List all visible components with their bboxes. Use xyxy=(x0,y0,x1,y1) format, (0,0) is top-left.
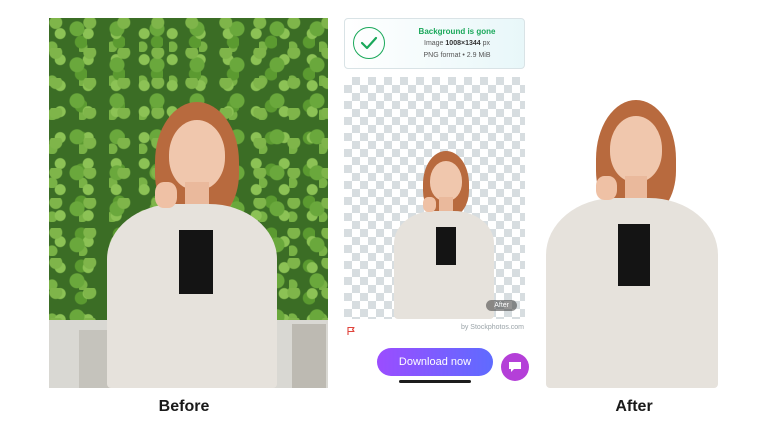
image-size-value: 1008×1344 xyxy=(445,40,481,47)
check-icon xyxy=(353,27,385,59)
home-indicator xyxy=(399,380,471,383)
result-title: Background is gone xyxy=(418,27,496,36)
before-caption: Before xyxy=(158,398,210,415)
chat-icon xyxy=(509,362,521,372)
image-size: Image 1008×1344 px xyxy=(395,40,519,47)
plant-pot-right xyxy=(292,324,326,388)
image-size-prefix: Image xyxy=(424,40,446,47)
credit-text[interactable]: by Stockphotos.com xyxy=(432,324,524,331)
after-photo xyxy=(538,92,726,388)
before-photo xyxy=(49,18,328,388)
after-caption: After xyxy=(615,398,653,415)
transparent-preview: After xyxy=(344,77,525,319)
person-preview xyxy=(390,151,498,319)
result-card: Background is gone Image 1008×1344 px PN… xyxy=(344,18,525,69)
chat-button[interactable] xyxy=(501,353,529,381)
person-before xyxy=(97,102,287,388)
image-format: PNG format • 2.9 MiB xyxy=(423,52,491,59)
after-badge: After xyxy=(486,300,517,311)
flag-icon[interactable] xyxy=(346,323,356,335)
download-button[interactable]: Download now xyxy=(377,348,493,376)
image-size-unit: px xyxy=(480,40,490,47)
person-after xyxy=(542,100,722,388)
